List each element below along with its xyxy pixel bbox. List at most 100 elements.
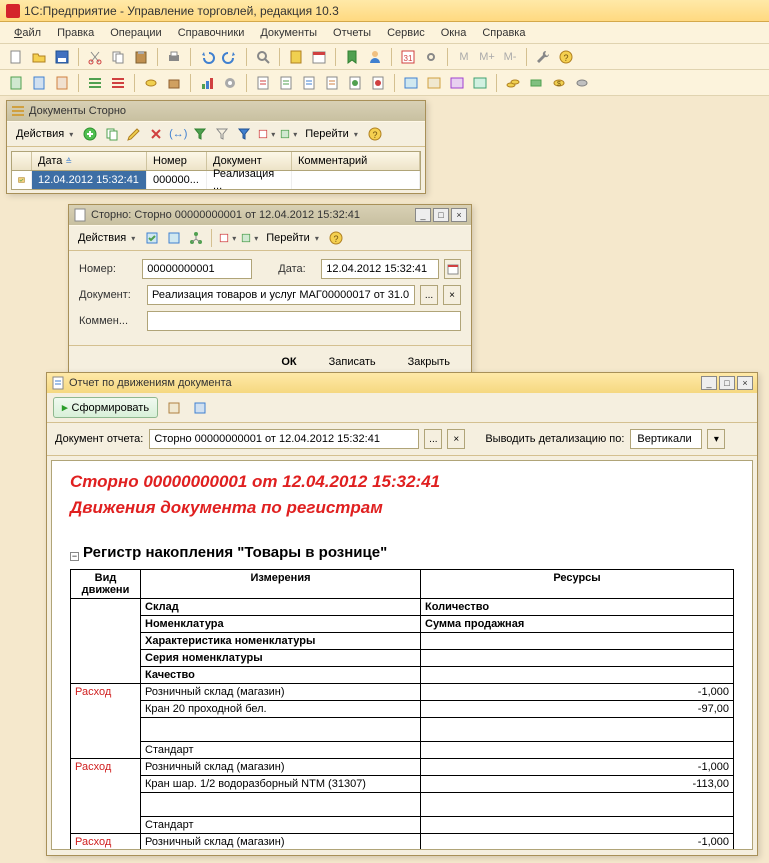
gear-icon[interactable] <box>220 73 240 93</box>
detail-dropdown-button[interactable]: ▾ <box>707 429 725 449</box>
doc1-icon[interactable] <box>6 73 26 93</box>
filter-off-icon[interactable] <box>212 124 232 144</box>
money4-icon[interactable] <box>572 73 592 93</box>
list1-icon[interactable] <box>85 73 105 93</box>
report2-icon[interactable] <box>276 73 296 93</box>
report4-icon[interactable] <box>322 73 342 93</box>
filter-on-icon[interactable] <box>190 124 210 144</box>
select-button[interactable]: ... <box>420 285 438 305</box>
document-input[interactable] <box>147 285 415 305</box>
open-icon[interactable] <box>29 47 49 67</box>
search-icon[interactable] <box>253 47 273 67</box>
close-button[interactable]: Закрыть <box>397 352 461 372</box>
catalog3-icon[interactable] <box>447 73 467 93</box>
copy-row-icon[interactable] <box>102 124 122 144</box>
menu-catalogs[interactable]: Справочники <box>172 25 251 41</box>
storno-grid[interactable]: Дата≙ Номер Документ Комментарий 12.04.2… <box>11 151 421 190</box>
select-doc-button[interactable]: ... <box>424 429 442 449</box>
maximize-button[interactable]: □ <box>433 208 449 222</box>
report-area[interactable]: Сторно 00000000001 от 12.04.2012 15:32:4… <box>51 460 753 850</box>
write-button[interactable]: Записать <box>318 352 387 372</box>
new-file-icon[interactable] <box>6 47 26 67</box>
form-report-button[interactable]: ▸ Сформировать <box>53 397 158 418</box>
col-number[interactable]: Номер <box>147 152 207 170</box>
cut-icon[interactable] <box>85 47 105 67</box>
box-icon[interactable] <box>164 73 184 93</box>
delete-icon[interactable] <box>146 124 166 144</box>
ok-button[interactable]: ОК <box>270 352 307 372</box>
help3-icon[interactable]: ? <box>326 228 346 248</box>
doc2-icon[interactable] <box>29 73 49 93</box>
report5-icon[interactable] <box>345 73 365 93</box>
catalog1-icon[interactable] <box>401 73 421 93</box>
refresh-icon[interactable]: (↔) <box>168 124 188 144</box>
money1-icon[interactable] <box>503 73 523 93</box>
coin-icon[interactable] <box>141 73 161 93</box>
number-input[interactable] <box>142 259 252 279</box>
close-button[interactable]: × <box>737 376 753 390</box>
edit-icon[interactable] <box>124 124 144 144</box>
basis-icon[interactable] <box>278 124 298 144</box>
doc3-icon[interactable] <box>52 73 72 93</box>
redo-icon[interactable] <box>220 47 240 67</box>
save-icon[interactable] <box>52 47 72 67</box>
clear-doc-button[interactable]: × <box>447 429 465 449</box>
actions-menu[interactable]: Действия <box>11 124 78 144</box>
menu-documents[interactable]: Документы <box>254 25 323 41</box>
menu-edit[interactable]: Правка <box>51 25 100 41</box>
undo-icon[interactable] <box>197 47 217 67</box>
help2-icon[interactable]: ? <box>365 124 385 144</box>
post-icon[interactable] <box>142 228 162 248</box>
menu-reports[interactable]: Отчеты <box>327 25 377 41</box>
comment-input[interactable] <box>147 311 461 331</box>
catalog4-icon[interactable] <box>470 73 490 93</box>
m-plus-icon[interactable]: M+ <box>477 47 497 67</box>
help-icon[interactable]: ? <box>556 47 576 67</box>
calendar-icon[interactable] <box>309 47 329 67</box>
add-icon[interactable] <box>80 124 100 144</box>
repost-icon[interactable] <box>164 228 184 248</box>
minimize-button[interactable]: _ <box>415 208 431 222</box>
menu-windows[interactable]: Окна <box>435 25 473 41</box>
goto-menu[interactable]: Перейти <box>261 228 324 248</box>
wrench-icon[interactable] <box>533 47 553 67</box>
report3-icon[interactable] <box>299 73 319 93</box>
col-date[interactable]: Дата≙ <box>32 152 147 170</box>
grid-row[interactable]: 12.04.2012 15:32:41 000000... Реализация… <box>12 171 420 189</box>
m-icon[interactable]: M <box>454 47 474 67</box>
goto-menu[interactable]: Перейти <box>300 124 363 144</box>
window-report-titlebar[interactable]: Отчет по движениям документа _ □ × <box>47 373 757 393</box>
menu-help[interactable]: Справка <box>476 25 531 41</box>
close-button[interactable]: × <box>451 208 467 222</box>
save-settings-icon[interactable] <box>164 398 184 418</box>
load-settings-icon[interactable] <box>190 398 210 418</box>
menu-service[interactable]: Сервис <box>381 25 431 41</box>
actions-menu[interactable]: Действия <box>73 228 140 248</box>
cal-31-icon[interactable]: 31 <box>398 47 418 67</box>
maximize-button[interactable]: □ <box>719 376 735 390</box>
structure-icon[interactable] <box>186 228 206 248</box>
calc-icon[interactable] <box>286 47 306 67</box>
print-icon[interactable] <box>164 47 184 67</box>
report1-icon[interactable] <box>253 73 273 93</box>
col-comment[interactable]: Комментарий <box>292 152 420 170</box>
chart-icon[interactable] <box>197 73 217 93</box>
minimize-button[interactable]: _ <box>701 376 717 390</box>
money3-icon[interactable]: $ <box>549 73 569 93</box>
settings-icon[interactable] <box>421 47 441 67</box>
money2-icon[interactable] <box>526 73 546 93</box>
m-minus-icon[interactable]: M- <box>500 47 520 67</box>
date-input[interactable] <box>321 259 439 279</box>
report6-icon[interactable] <box>368 73 388 93</box>
window-storno-list-titlebar[interactable]: Документы Сторно <box>7 101 425 121</box>
person-icon[interactable] <box>365 47 385 67</box>
window-storno-form-titlebar[interactable]: Сторно: Сторно 00000000001 от 12.04.2012… <box>69 205 471 225</box>
menu-file[interactable]: Файл <box>8 25 47 41</box>
basis2-icon[interactable] <box>239 228 259 248</box>
menu-operations[interactable]: Операции <box>104 25 167 41</box>
paste-icon[interactable] <box>131 47 151 67</box>
report-doc-input[interactable] <box>149 429 419 449</box>
bookmark-icon[interactable] <box>342 47 362 67</box>
movements2-icon[interactable] <box>217 228 237 248</box>
detail-select[interactable]: Вертикали <box>630 429 702 449</box>
